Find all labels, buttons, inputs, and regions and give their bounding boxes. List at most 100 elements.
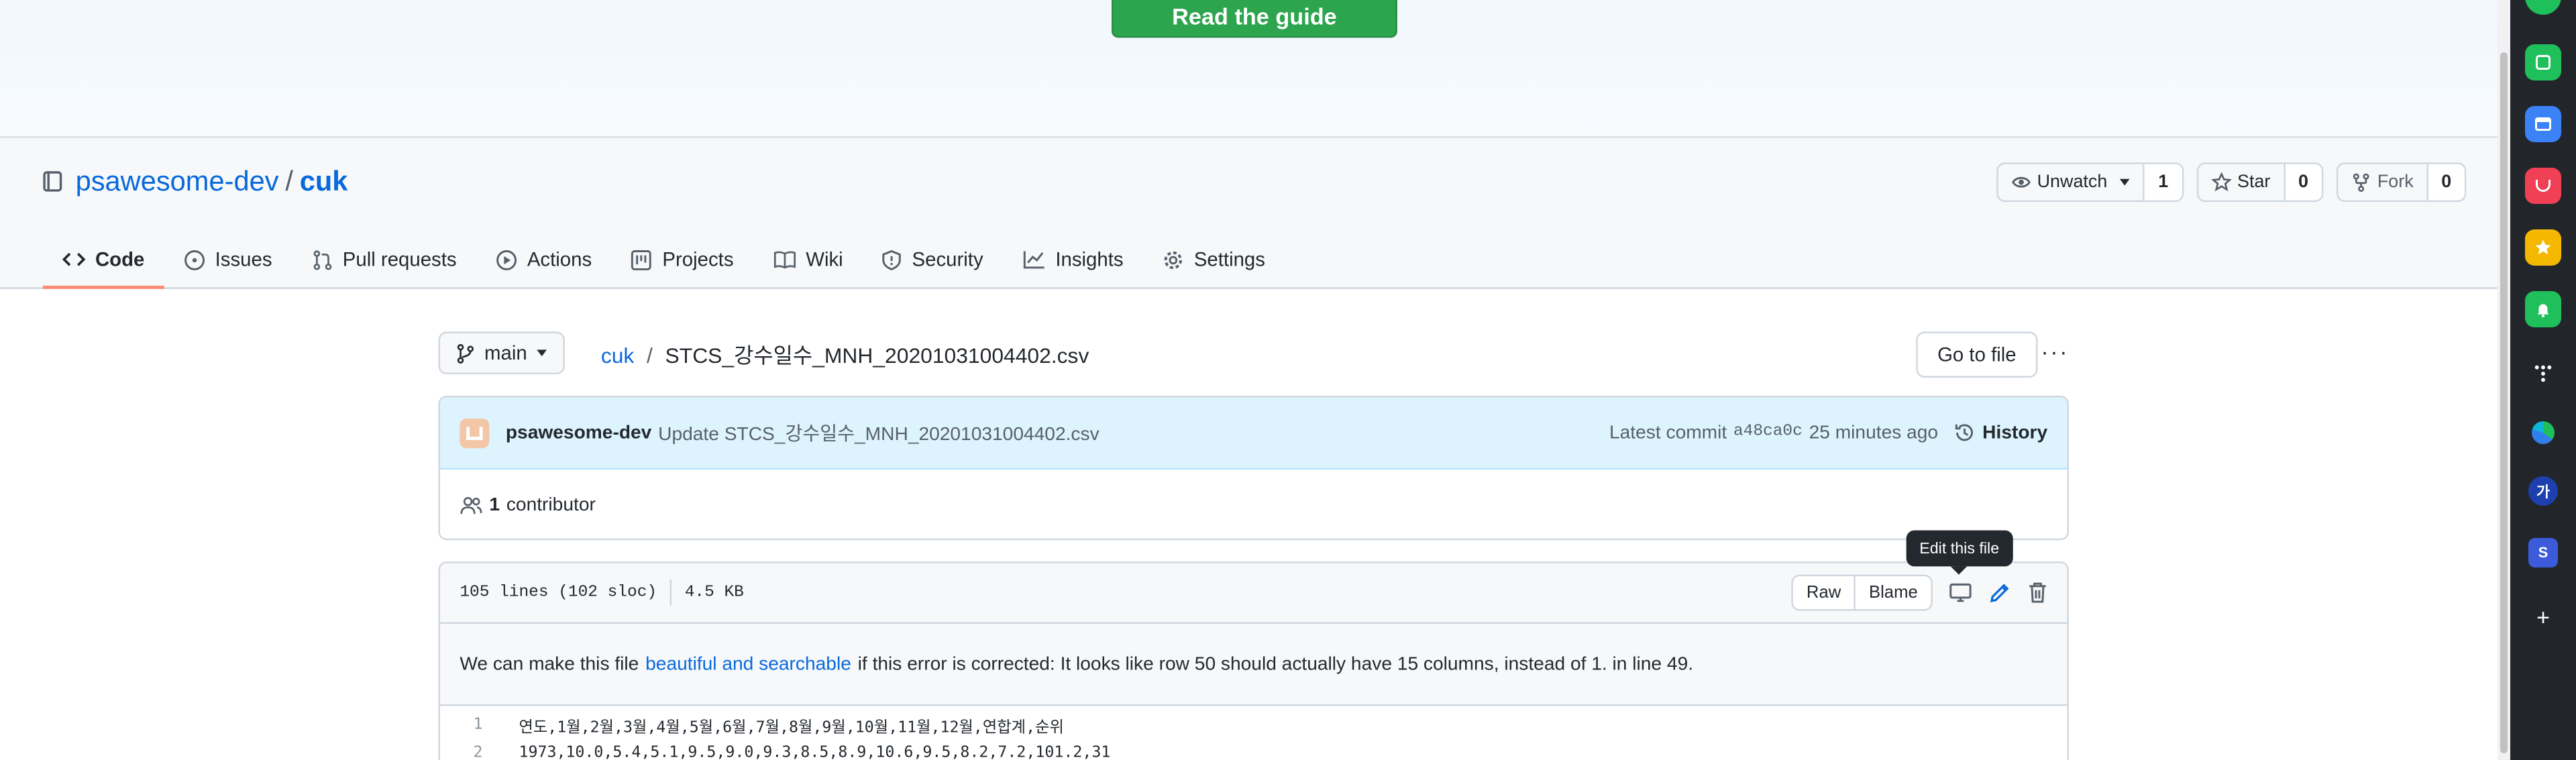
- pocket-icon[interactable]: [2525, 168, 2561, 204]
- code-icon: [62, 252, 86, 266]
- tab-wiki[interactable]: Wiki: [753, 230, 863, 289]
- star-icon: [2210, 172, 2231, 192]
- breadcrumb: cuk / STCS_강수일수_MNH_20201031004402.csv: [601, 338, 1089, 370]
- scrollbar-thumb[interactable]: [2500, 52, 2508, 753]
- raw-button[interactable]: Raw: [1793, 576, 1854, 609]
- onboarding-banner: Read the guide: [0, 0, 2509, 138]
- star-button[interactable]: Star: [2198, 164, 2286, 201]
- csv-error-notice: We can make this file beautiful and sear…: [439, 624, 2068, 706]
- edge-icon[interactable]: [2525, 415, 2561, 451]
- repo-separator: /: [285, 166, 293, 197]
- commit-meta: Latest commit a48ca0c 25 minutes ago His…: [1609, 422, 2047, 443]
- watch-count[interactable]: 1: [2145, 164, 2182, 201]
- go-to-file-button[interactable]: Go to file: [1916, 331, 2038, 378]
- file-lines-info: 105 lines (102 sloc): [460, 584, 657, 602]
- beautiful-searchable-link[interactable]: beautiful and searchable: [645, 654, 851, 673]
- avatar[interactable]: [460, 417, 490, 447]
- tab-security[interactable]: Security: [863, 230, 1003, 289]
- divider: [669, 580, 672, 606]
- tab-label: Security: [912, 248, 983, 271]
- tab-issues[interactable]: Issues: [164, 230, 292, 289]
- history-label: History: [1982, 423, 2048, 443]
- repo-name-link[interactable]: cuk: [300, 166, 348, 199]
- code-line: 1 연도,1월,2월,3월,4월,5월,6월,7월,8월,9월,10월,11월,…: [440, 711, 2068, 739]
- breadcrumb-root-link[interactable]: cuk: [601, 343, 635, 368]
- people-icon: [460, 496, 482, 513]
- tab-label: Insights: [1055, 248, 1124, 271]
- file-actions: Raw Blame: [1791, 574, 2047, 611]
- graph-icon: [1023, 251, 1044, 269]
- tab-code[interactable]: Code: [42, 230, 164, 289]
- star-count[interactable]: 0: [2285, 164, 2322, 201]
- repo-owner-link[interactable]: psawesome-dev: [76, 166, 279, 199]
- add-icon[interactable]: +: [2525, 600, 2561, 636]
- read-guide-button[interactable]: Read the guide: [1112, 0, 1397, 38]
- chevron-down-icon: [2120, 178, 2131, 186]
- bell-icon[interactable]: [2525, 291, 2561, 327]
- fork-button[interactable]: Fork: [2338, 164, 2428, 201]
- play-icon: [496, 249, 517, 270]
- trash-icon[interactable]: [2028, 581, 2047, 604]
- shield-icon: [883, 249, 902, 270]
- star-icon[interactable]: [2525, 229, 2561, 266]
- page-scrollbar[interactable]: [2498, 0, 2510, 760]
- eye-icon: [2011, 176, 2031, 188]
- tab-label: Wiki: [806, 248, 843, 271]
- commit-author-link[interactable]: psawesome-dev: [506, 423, 651, 442]
- unwatch-button[interactable]: Unwatch: [1998, 164, 2145, 201]
- tab-label: Issues: [215, 248, 272, 271]
- breadcrumb-filename: STCS_강수일수_MNH_20201031004402.csv: [665, 343, 1089, 368]
- calendar-icon[interactable]: [2525, 106, 2561, 142]
- commit-sha-link[interactable]: a48ca0c: [1733, 423, 1803, 441]
- fork-count[interactable]: 0: [2428, 164, 2465, 201]
- contributors-row[interactable]: 1 contributor: [440, 470, 2068, 539]
- repo-icon: [43, 171, 62, 192]
- issue-icon: [184, 249, 205, 270]
- file-navigation: main cuk / STCS_강수일수_MNH_20201031004402.…: [438, 331, 2069, 378]
- warning-text-after: if this error is corrected: It looks lik…: [857, 654, 1694, 674]
- line-number[interactable]: 2: [440, 744, 502, 760]
- repo-title: psawesome-dev / cuk: [43, 166, 348, 199]
- github-page: Read the guide psawesome-dev / cuk Unwat…: [0, 0, 2509, 760]
- tab-settings[interactable]: Settings: [1143, 230, 1285, 289]
- repo-header: psawesome-dev / cuk Unwatch 1 Star 0 For…: [0, 138, 2509, 289]
- tab-label: Code: [95, 248, 145, 271]
- commit-message-link[interactable]: Update STCS_강수일수_MNH_20201031004402.csv: [658, 419, 1099, 445]
- korean-char-icon[interactable]: 가: [2528, 476, 2558, 506]
- star-label: Star: [2237, 172, 2271, 193]
- unwatch-label: Unwatch: [2037, 172, 2108, 193]
- line-content: 연도,1월,2월,3월,4월,5월,6월,7월,8월,9월,10월,11월,12…: [519, 718, 1064, 737]
- green-circle-icon[interactable]: [2525, 0, 2561, 15]
- s-app-icon[interactable]: S: [2528, 538, 2558, 567]
- pull-request-icon: [313, 250, 331, 270]
- fork-icon: [2353, 173, 2369, 193]
- line-number[interactable]: 1: [440, 716, 502, 734]
- dots-icon[interactable]: [2525, 353, 2561, 389]
- line-content: 1973,10.0,5.4,5.1,9.5,9.0,9.3,8.5,8.9,10…: [519, 743, 1111, 760]
- outlook-app-icon[interactable]: [2525, 44, 2561, 80]
- browser-sidebar: 가 S +: [2510, 0, 2576, 760]
- file-viewer: 105 lines (102 sloc) 4.5 KB Raw Blame We…: [438, 561, 2069, 760]
- branch-select-button[interactable]: main: [438, 331, 566, 375]
- pencil-icon[interactable]: [1988, 581, 2011, 604]
- tab-insights[interactable]: Insights: [1003, 230, 1143, 289]
- fork-button-group: Fork 0: [2336, 162, 2467, 203]
- desktop-icon[interactable]: [1949, 583, 1972, 602]
- tab-pull-requests[interactable]: Pull requests: [292, 230, 476, 289]
- watch-button-group: Unwatch 1: [1996, 162, 2184, 203]
- latest-commit-label: Latest commit: [1609, 423, 1727, 443]
- file-header: 105 lines (102 sloc) 4.5 KB Raw Blame: [439, 563, 2068, 625]
- tab-label: Actions: [527, 248, 592, 271]
- repo-tabs: Code Issues Pull requests Actions Projec…: [42, 230, 1285, 289]
- more-options-icon[interactable]: ···: [2041, 338, 2069, 364]
- project-icon: [631, 249, 652, 270]
- tab-projects[interactable]: Projects: [612, 230, 753, 289]
- blame-button[interactable]: Blame: [1854, 576, 1931, 610]
- gear-icon: [1165, 250, 1183, 268]
- tab-actions[interactable]: Actions: [476, 230, 612, 289]
- repo-actions: Unwatch 1 Star 0 Fork 0: [1996, 162, 2467, 203]
- tab-label: Projects: [662, 248, 734, 271]
- edit-file-tooltip: Edit this file: [1906, 530, 2012, 575]
- raw-blame-group: Raw Blame: [1791, 574, 1933, 611]
- history-button[interactable]: History: [1955, 422, 2048, 443]
